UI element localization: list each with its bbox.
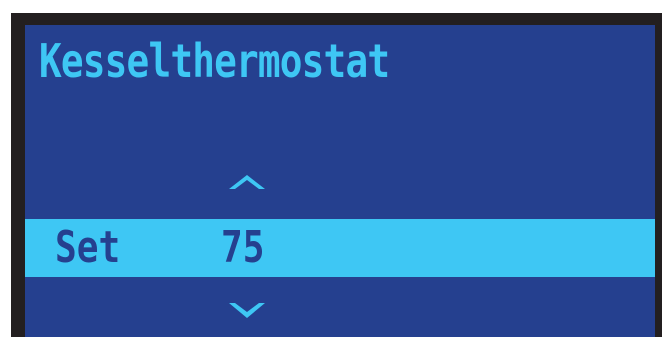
screen-title: Kesselthermostat — [39, 34, 390, 88]
setpoint-label: Set — [55, 222, 121, 273]
chevron-down-icon[interactable] — [225, 299, 269, 321]
chevron-up-icon[interactable] — [225, 171, 269, 193]
setpoint-row[interactable]: Set 75 — [25, 219, 655, 277]
thermostat-display: Kesselthermostat Set 75 — [25, 25, 655, 337]
setpoint-value: 75 — [221, 222, 265, 273]
